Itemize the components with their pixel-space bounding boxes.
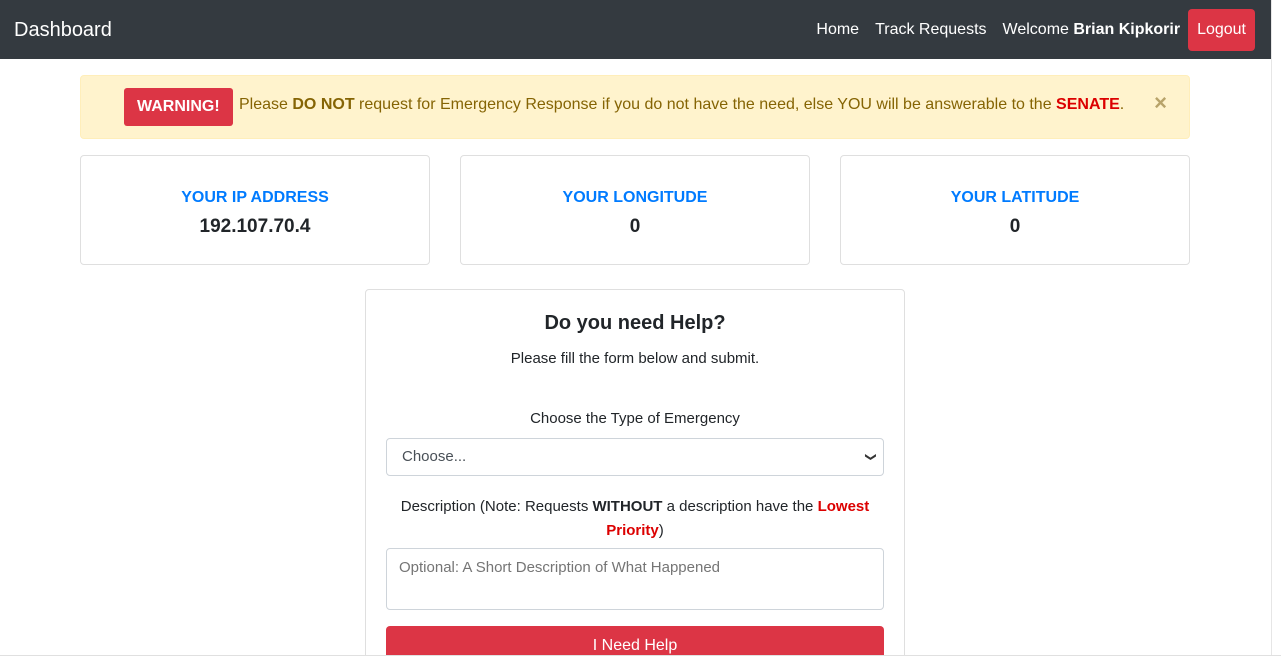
- longitude-value: 0: [629, 216, 641, 237]
- description-without: WITHOUT: [592, 498, 663, 515]
- warning-emphasis-senate: SENATE: [1056, 96, 1120, 113]
- warning-alert: WARNING! Please DO NOT request for Emerg…: [80, 75, 1190, 139]
- top-navbar: Dashboard Home Track Requests Welcome Br…: [0, 0, 1271, 59]
- page-scrollbar[interactable]: [1271, 0, 1281, 656]
- form-title: Do you need Help?: [544, 312, 726, 334]
- close-icon[interactable]: ×: [1154, 91, 1167, 115]
- latitude-label: YOUR LATITUDE: [950, 189, 1080, 206]
- help-request-form: Do you need Help? Please fill the form b…: [365, 289, 905, 656]
- i-need-help-button[interactable]: I Need Help: [386, 626, 884, 656]
- chevron-down-icon: ❯: [864, 452, 877, 462]
- warning-text-2: request for Emergency Response if you do…: [354, 96, 1057, 113]
- logout-button[interactable]: Logout: [1188, 9, 1255, 51]
- ip-address-value: 192.107.70.4: [199, 216, 311, 237]
- emergency-type-label: Choose the Type of Emergency: [530, 410, 740, 427]
- ip-address-label: YOUR IP ADDRESS: [181, 189, 329, 206]
- latitude-value: 0: [1009, 216, 1021, 237]
- ip-address-card: YOUR IP ADDRESS 192.107.70.4: [80, 155, 430, 265]
- welcome-prefix: Welcome: [1002, 21, 1069, 38]
- latitude-card: YOUR LATITUDE 0: [840, 155, 1190, 265]
- description-suffix: ): [658, 522, 664, 539]
- warning-badge: WARNING!: [124, 88, 233, 126]
- warning-message: Please DO NOT request for Emergency Resp…: [239, 96, 1124, 114]
- warning-text-3: .: [1119, 96, 1125, 113]
- description-middle: a description have the: [662, 498, 818, 515]
- longitude-label: YOUR LONGITUDE: [562, 189, 708, 206]
- emergency-type-select[interactable]: Choose... ❯: [386, 438, 884, 476]
- emergency-type-selected: Choose...: [402, 448, 467, 465]
- brand-title[interactable]: Dashboard: [14, 18, 112, 42]
- nav-links: Home Track Requests Welcome Brian Kipkor…: [816, 9, 1255, 51]
- welcome-text: Welcome Brian Kipkorir: [1003, 21, 1181, 39]
- description-prefix: Description (Note: Requests: [400, 498, 593, 515]
- nav-home-link[interactable]: Home: [816, 21, 859, 39]
- warning-emphasis-do-not: DO NOT: [292, 96, 355, 113]
- longitude-card: YOUR LONGITUDE 0: [460, 155, 810, 265]
- nav-track-requests-link[interactable]: Track Requests: [875, 21, 986, 39]
- user-name: Brian Kipkorir: [1073, 21, 1181, 38]
- description-label: Description (Note: Requests WITHOUT a de…: [386, 495, 884, 543]
- warning-text-1: Please: [239, 96, 293, 113]
- description-textarea[interactable]: [386, 548, 884, 610]
- form-subtitle: Please fill the form below and submit.: [510, 350, 760, 367]
